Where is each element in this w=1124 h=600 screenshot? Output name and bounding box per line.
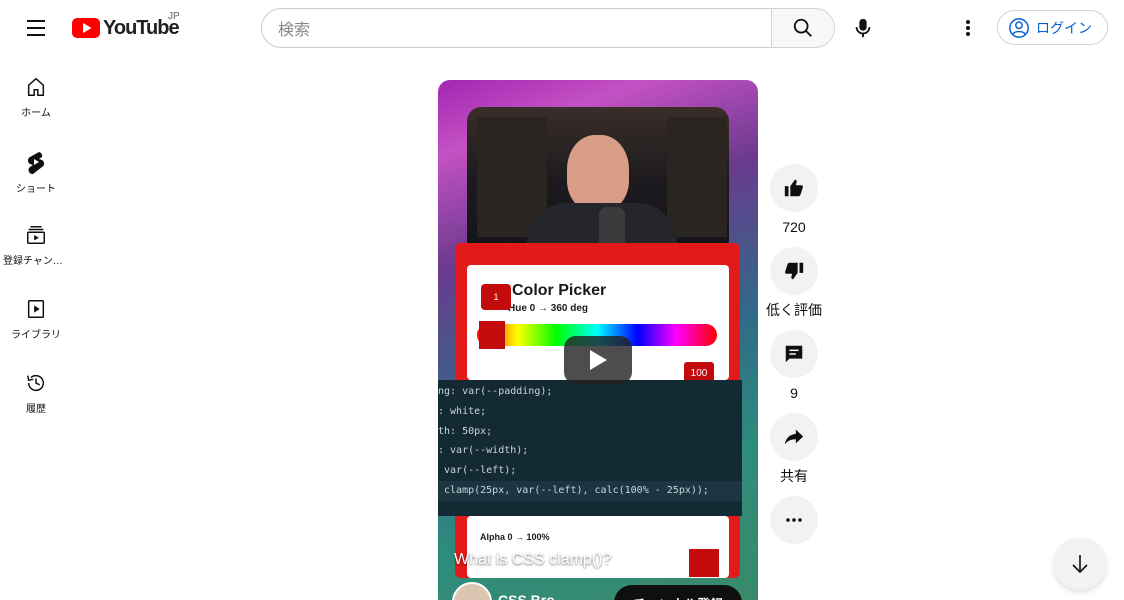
subscriptions-icon [27, 226, 45, 244]
search-icon [793, 18, 812, 37]
dislike-action: 低く評価 [766, 247, 822, 320]
account-icon [1009, 17, 1029, 38]
alpha-label: Alpha 0 → 100% [480, 532, 550, 542]
channel-name[interactable]: CSS Bro... [498, 592, 566, 600]
login-label: ログイン [1036, 19, 1092, 36]
share-action: 共有 [770, 413, 818, 486]
sidebar-item-history[interactable]: 履歴 [0, 352, 72, 426]
voice-search-button[interactable] [843, 8, 883, 48]
region-code: JP [168, 11, 180, 22]
library-icon [27, 300, 45, 318]
hue-tooltip: 1 [481, 284, 511, 310]
play-icon [590, 350, 607, 370]
login-button[interactable]: ログイン [997, 10, 1108, 45]
like-count: 720 [782, 219, 806, 235]
like-action: 720 [770, 164, 818, 237]
dislike-label: 低く評価 [766, 302, 822, 318]
sidebar: ホーム ショート 登録チャンネル ライブラリ 履歴 [0, 56, 72, 426]
code-line: th: 50px; [438, 425, 493, 437]
sidebar-item-label: ショート [16, 184, 56, 195]
share-label: 共有 [780, 468, 808, 484]
code-line: clamp(25px, var(--left), calc(100% - 25p… [438, 480, 742, 501]
code-line: : white; [438, 405, 487, 417]
short-title[interactable]: What is CSS clamp()? [454, 551, 611, 569]
sidebar-item-label: ライブラリ [11, 330, 61, 341]
code-line: ng: var(--padding); [438, 386, 553, 397]
sidebar-item-label: ホーム [21, 108, 51, 119]
microphone-icon [855, 18, 871, 38]
youtube-play-logo-icon [72, 18, 100, 38]
comments-button[interactable] [770, 330, 818, 378]
home-icon [27, 77, 45, 96]
shorts-icon [27, 152, 45, 174]
sidebar-item-home[interactable]: ホーム [0, 56, 72, 130]
comment-icon [785, 345, 803, 363]
youtube-logo[interactable]: YouTube [72, 16, 180, 40]
code-line: var(--left); [438, 465, 517, 477]
alpha-slider-knob [689, 549, 719, 577]
settings-more-button[interactable] [948, 8, 988, 48]
channel-avatar[interactable] [452, 582, 492, 600]
short-actions: 720 低く評価 9 共有 [766, 164, 822, 544]
top-bar: YouTube JP 検索 ログイン [0, 0, 1124, 56]
like-button[interactable] [770, 164, 818, 212]
sidebar-item-label: 登録チャンネル [3, 256, 69, 267]
code-line: : var(--width); [438, 445, 529, 457]
arrow-down-icon [1072, 555, 1088, 574]
comments-count: 9 [790, 385, 798, 401]
presenter-head [567, 135, 629, 211]
subscribe-button[interactable]: チャンネル登録 [614, 585, 742, 600]
code-overlay: ng: var(--padding); : white; th: 50px; :… [438, 380, 742, 516]
search-input[interactable]: 検索 [261, 8, 772, 48]
dislike-button[interactable] [770, 247, 818, 295]
picker-title: Color Picker [512, 282, 607, 299]
search-button[interactable] [771, 8, 835, 48]
more-vertical-icon [966, 20, 970, 36]
sidebar-item-shorts[interactable]: ショート [0, 130, 72, 204]
thumbs-up-icon [784, 179, 803, 197]
share-button[interactable] [770, 413, 818, 461]
share-icon [784, 429, 804, 445]
thumbs-down-icon [785, 262, 804, 280]
play-button[interactable] [564, 336, 632, 384]
sidebar-item-label: 履歴 [26, 404, 46, 415]
comments-action: 9 [770, 330, 818, 403]
sidebar-item-subscriptions[interactable]: 登録チャンネル [0, 204, 72, 278]
hue-slider-knob [479, 321, 505, 349]
webcam-feed [467, 107, 729, 255]
sidebar-item-library[interactable]: ライブラリ [0, 278, 72, 352]
hue-label: Hue 0 → 360 deg [508, 303, 589, 314]
next-short-button[interactable] [1054, 538, 1106, 590]
more-action [770, 496, 818, 544]
menu-icon[interactable] [16, 8, 56, 48]
history-icon [27, 375, 45, 392]
more-horizontal-icon [786, 518, 802, 522]
short-video-player[interactable]: Color Picker Hue 0 → 360 deg 1 100 ng: v… [438, 80, 758, 600]
search-placeholder: 検索 [278, 22, 311, 39]
more-actions-button[interactable] [770, 496, 818, 544]
